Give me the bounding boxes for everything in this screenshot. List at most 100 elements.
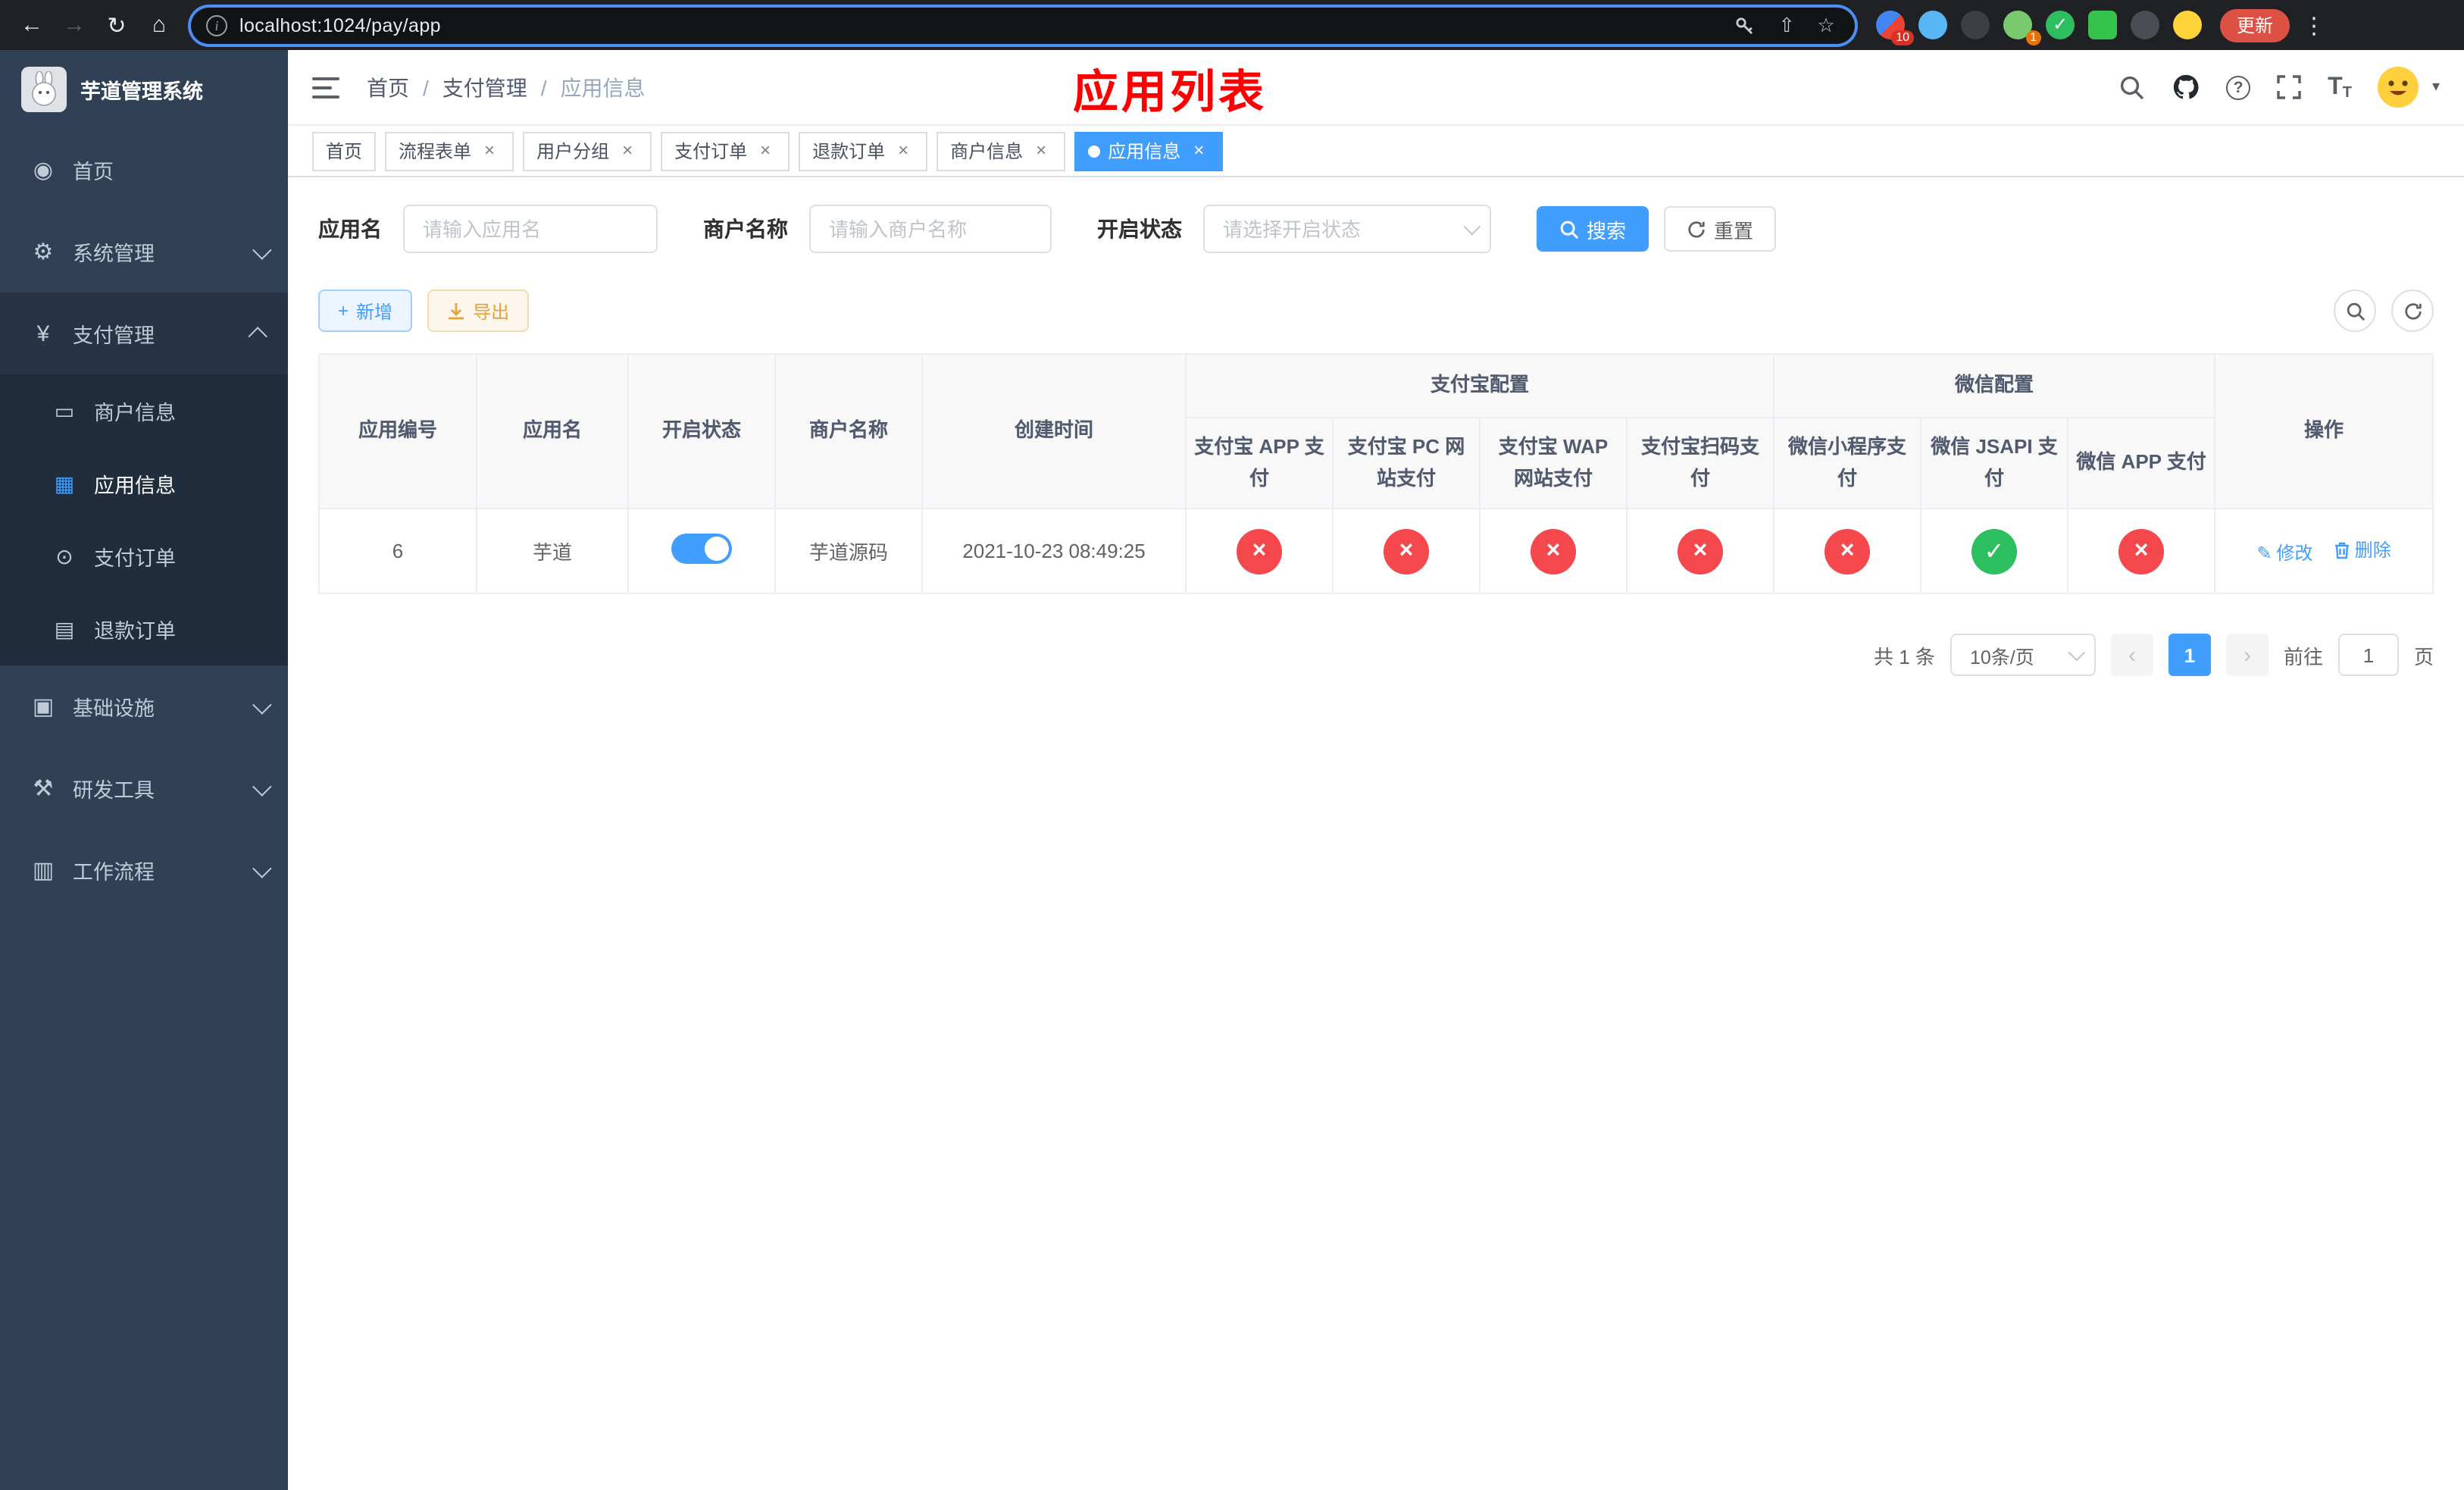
page-annotation-title: 应用列表 — [1073, 67, 1267, 117]
sidebar-toggle-icon[interactable] — [312, 77, 339, 98]
toggle-search-button[interactable] — [2334, 290, 2376, 332]
app-logo[interactable]: 芋道管理系统 — [0, 50, 288, 129]
page-size-select[interactable] — [1950, 634, 2096, 677]
next-page-button[interactable]: › — [2225, 634, 2269, 677]
chrome-update-button[interactable]: 更新 — [2220, 8, 2290, 42]
search-icon[interactable] — [2118, 74, 2146, 101]
reset-button[interactable]: 重置 — [1664, 206, 1777, 252]
app-table: 应用编号 应用名 开启状态 商户名称 创建时间 支付宝配置 微信配置 操作 支付… — [318, 352, 2434, 595]
close-icon[interactable]: × — [479, 139, 500, 161]
breadcrumb-current: 应用信息 — [560, 75, 646, 99]
home-icon[interactable]: ⌂ — [139, 5, 179, 45]
help-icon[interactable]: ? — [2226, 75, 2251, 99]
extension-check-icon[interactable]: ✓ — [2046, 11, 2075, 39]
bookmark-star-icon[interactable]: ☆ — [1812, 13, 1840, 37]
share-icon[interactable]: ⇧ — [1773, 13, 1800, 37]
site-info-icon[interactable]: i — [206, 14, 227, 36]
export-button[interactable]: 导出 — [427, 290, 530, 332]
prev-page-button[interactable]: ‹ — [2110, 634, 2153, 677]
sidebar-item-workflow[interactable]: ▥ 工作流程 — [0, 829, 288, 911]
tab-process-form[interactable]: 流程表单 × — [385, 131, 514, 171]
sidebar-item-pay-orders[interactable]: ⊙ 支付订单 — [0, 520, 288, 593]
status-select-input[interactable] — [1203, 205, 1491, 253]
github-icon[interactable] — [2172, 73, 2200, 102]
close-icon[interactable]: × — [1030, 139, 1052, 161]
sidebar-item-label: 应用信息 — [94, 474, 176, 497]
sidebar-item-home[interactable]: ◉ 首页 — [0, 129, 288, 211]
infrastructure-icon: ▣ — [32, 694, 55, 720]
search-button[interactable]: 搜索 — [1537, 206, 1649, 252]
extension-icon[interactable] — [1918, 11, 1947, 39]
page-content: 应用名 商户名称 开启状态 — [288, 177, 2464, 1490]
extension-icon[interactable]: 1 — [2003, 11, 2041, 45]
page-size-value[interactable] — [1950, 634, 2096, 677]
goto-page-input[interactable] — [2337, 634, 2399, 677]
sidebar-item-label: 首页 — [73, 161, 114, 183]
profile-avatar-icon[interactable] — [2173, 11, 2202, 39]
sidebar-item-system[interactable]: ⚙ 系统管理 — [0, 211, 288, 293]
extension-icon[interactable] — [1961, 11, 1990, 39]
status-toggle[interactable] — [671, 534, 732, 565]
plus-icon: + — [338, 300, 349, 321]
url-text[interactable]: localhost:1024/pay/app — [239, 14, 1721, 36]
sidebar-item-dev-tools[interactable]: ⚒ 研发工具 — [0, 747, 288, 829]
chevron-down-icon — [252, 239, 272, 259]
cell-operations: ✎ 修改 删除 — [2214, 508, 2434, 595]
breadcrumb-home[interactable]: 首页 — [367, 72, 409, 102]
tab-home[interactable]: 首页 — [312, 131, 377, 171]
forward-icon[interactable]: → — [55, 5, 94, 45]
chevron-down-icon — [252, 694, 272, 714]
wx-lite-status-icon: × — [1825, 528, 1871, 574]
sidebar-item-app-info[interactable]: ▦ 应用信息 — [0, 447, 288, 520]
col-wx-jsapi: 微信 JSAPI 支付 — [1920, 416, 2069, 510]
tab-refund-order[interactable]: 退款订单 × — [799, 131, 928, 171]
password-key-icon[interactable] — [1734, 14, 1761, 36]
extension-badge: 1 — [2025, 30, 2041, 45]
url-bar[interactable]: i localhost:1024/pay/app ⇧ ☆ — [191, 7, 1855, 43]
sidebar-item-infrastructure[interactable]: ▣ 基础设施 — [0, 665, 288, 747]
fullscreen-icon[interactable] — [2276, 74, 2302, 100]
sidebar-item-payment[interactable]: ¥ 支付管理 — [0, 293, 288, 374]
close-icon[interactable]: × — [617, 139, 638, 161]
browser-menu-icon[interactable]: ⋮ — [2299, 11, 2329, 39]
back-icon[interactable]: ← — [12, 5, 52, 45]
extension-icon[interactable]: 10 — [1876, 11, 1914, 45]
col-status: 开启状态 — [627, 352, 776, 510]
extension-icon[interactable] — [2131, 11, 2159, 39]
status-select[interactable] — [1203, 205, 1491, 253]
close-icon[interactable]: × — [1188, 139, 1209, 161]
caret-down-icon[interactable]: ▾ — [2432, 79, 2440, 95]
group-wechat-config: 微信配置 — [1773, 353, 2216, 418]
credit-card-icon: ▭ — [54, 398, 75, 422]
col-app-id: 应用编号 — [318, 352, 477, 510]
close-icon[interactable]: × — [755, 139, 776, 161]
refresh-button[interactable] — [2391, 290, 2434, 332]
reload-icon[interactable]: ↻ — [97, 5, 136, 45]
workflow-icon: ▥ — [32, 858, 55, 884]
font-size-icon[interactable]: TT — [2328, 74, 2352, 101]
breadcrumb-payment[interactable]: 支付管理 — [442, 72, 527, 102]
goto-label: 前往 — [2283, 645, 2323, 668]
sidebar-item-refund-orders[interactable]: ▤ 退款订单 — [0, 593, 288, 665]
cell-app-name: 芋道 — [476, 508, 629, 595]
col-merchant: 商户名称 — [774, 352, 923, 510]
page-1-button[interactable]: 1 — [2168, 634, 2211, 677]
merchant-name-input[interactable] — [809, 205, 1052, 253]
extension-badge: 10 — [1891, 30, 1914, 45]
delete-link[interactable]: 删除 — [2334, 537, 2391, 563]
user-avatar[interactable] — [2377, 67, 2419, 108]
grid-icon: ▦ — [54, 471, 75, 495]
col-alipay-wap: 支付宝 WAP 网站支付 — [1479, 416, 1628, 510]
tab-pay-order[interactable]: 支付订单 × — [661, 131, 790, 171]
add-button[interactable]: + 新增 — [318, 290, 413, 332]
filter-form: 应用名 商户名称 开启状态 — [318, 205, 2434, 253]
edit-icon: ✎ — [2256, 542, 2272, 564]
edit-link[interactable]: ✎ 修改 — [2256, 540, 2312, 566]
tab-app-info[interactable]: 应用信息 × — [1074, 131, 1224, 171]
tab-user-group[interactable]: 用户分组 × — [523, 131, 652, 171]
app-name-input[interactable] — [403, 205, 658, 253]
extension-chat-icon[interactable] — [2088, 11, 2117, 39]
close-icon[interactable]: × — [893, 139, 914, 161]
sidebar-item-merchant-info[interactable]: ▭ 商户信息 — [0, 374, 288, 447]
tab-merchant-info[interactable]: 商户信息 × — [937, 131, 1066, 171]
